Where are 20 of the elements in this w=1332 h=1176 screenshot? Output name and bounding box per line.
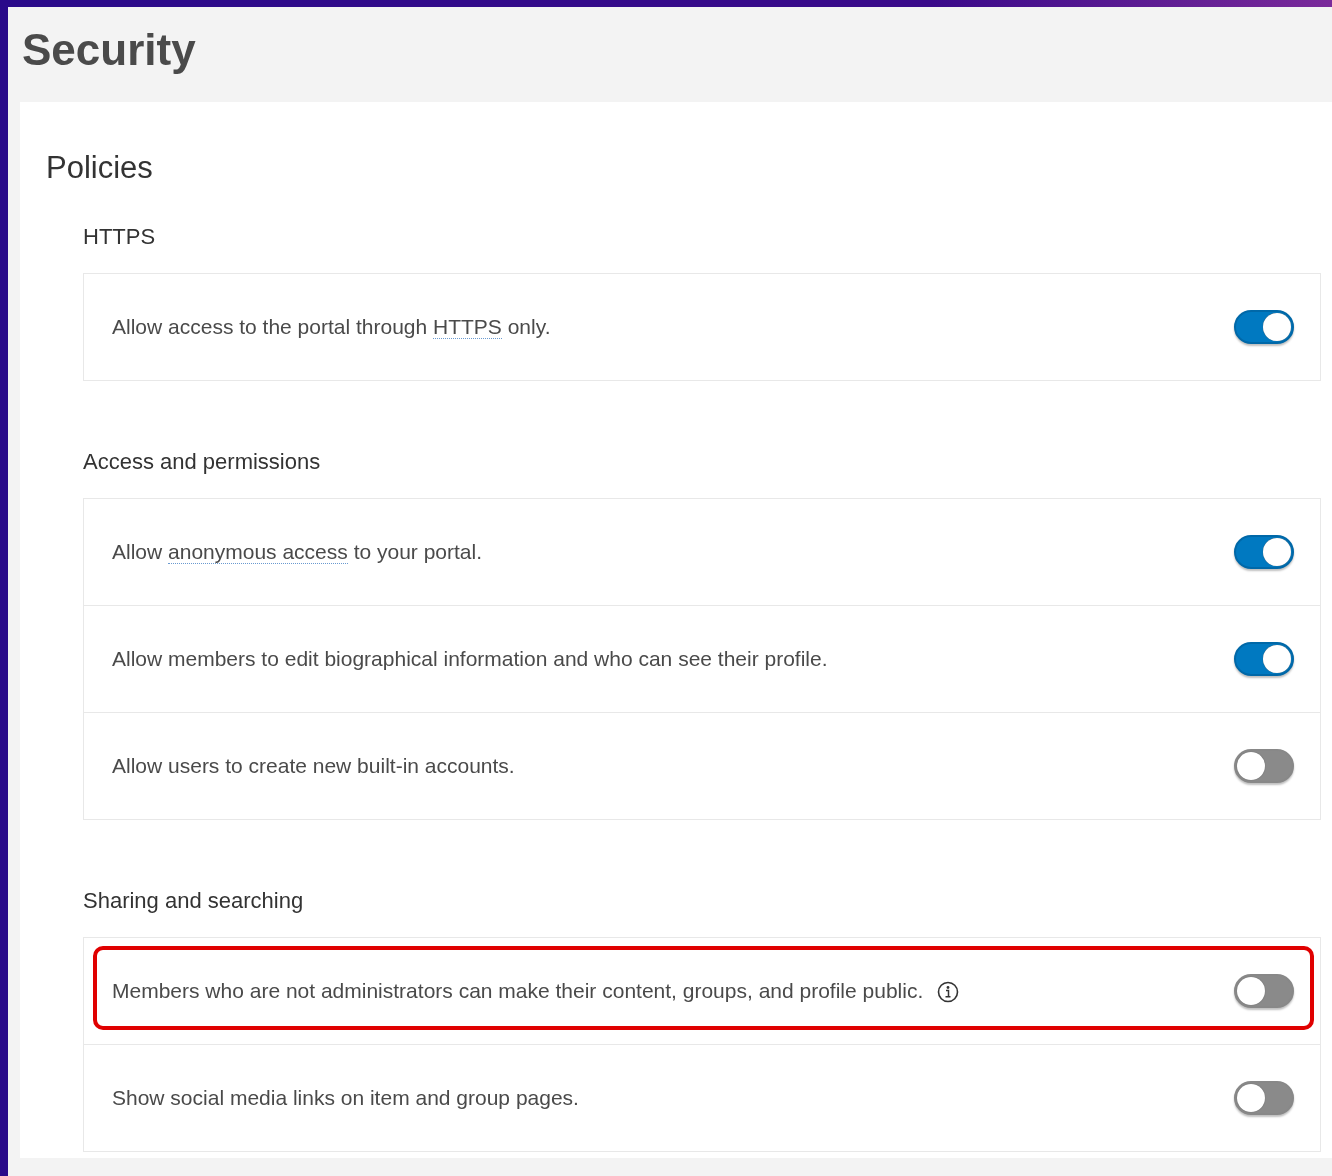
setting-label: Allow users to create new built-in accounts. xyxy=(112,754,516,778)
glossary-term[interactable]: anonymous access xyxy=(168,540,348,564)
toggle-switch[interactable] xyxy=(1234,1081,1294,1115)
section-heading: HTTPS xyxy=(83,224,157,250)
setting-label: Allow members to edit biographical information and who can see their profile. xyxy=(112,647,829,671)
section-heading: Sharing and searching xyxy=(83,888,305,914)
toggle-switch[interactable] xyxy=(1234,310,1294,344)
toggle-switch[interactable] xyxy=(1234,749,1294,783)
setting-label: Members who are not administrators can make their content, groups, and profile public. xyxy=(112,978,1234,1004)
setting-label: Allow anonymous access to your portal. xyxy=(112,540,484,564)
section-heading: Access and permissions xyxy=(83,449,322,475)
toggle-switch[interactable] xyxy=(1234,974,1294,1008)
page-title: Security xyxy=(21,24,197,76)
glossary-term[interactable]: HTTPS xyxy=(433,315,502,339)
toggle-switch[interactable] xyxy=(1234,535,1294,569)
setting-label: Show social media links on item and group pages. xyxy=(112,1086,580,1110)
panel-title: Policies xyxy=(46,150,154,186)
info-icon[interactable] xyxy=(937,981,960,1004)
setting-label: Allow access to the portal through HTTPS only. xyxy=(112,315,552,339)
toggle-switch[interactable] xyxy=(1234,642,1294,676)
